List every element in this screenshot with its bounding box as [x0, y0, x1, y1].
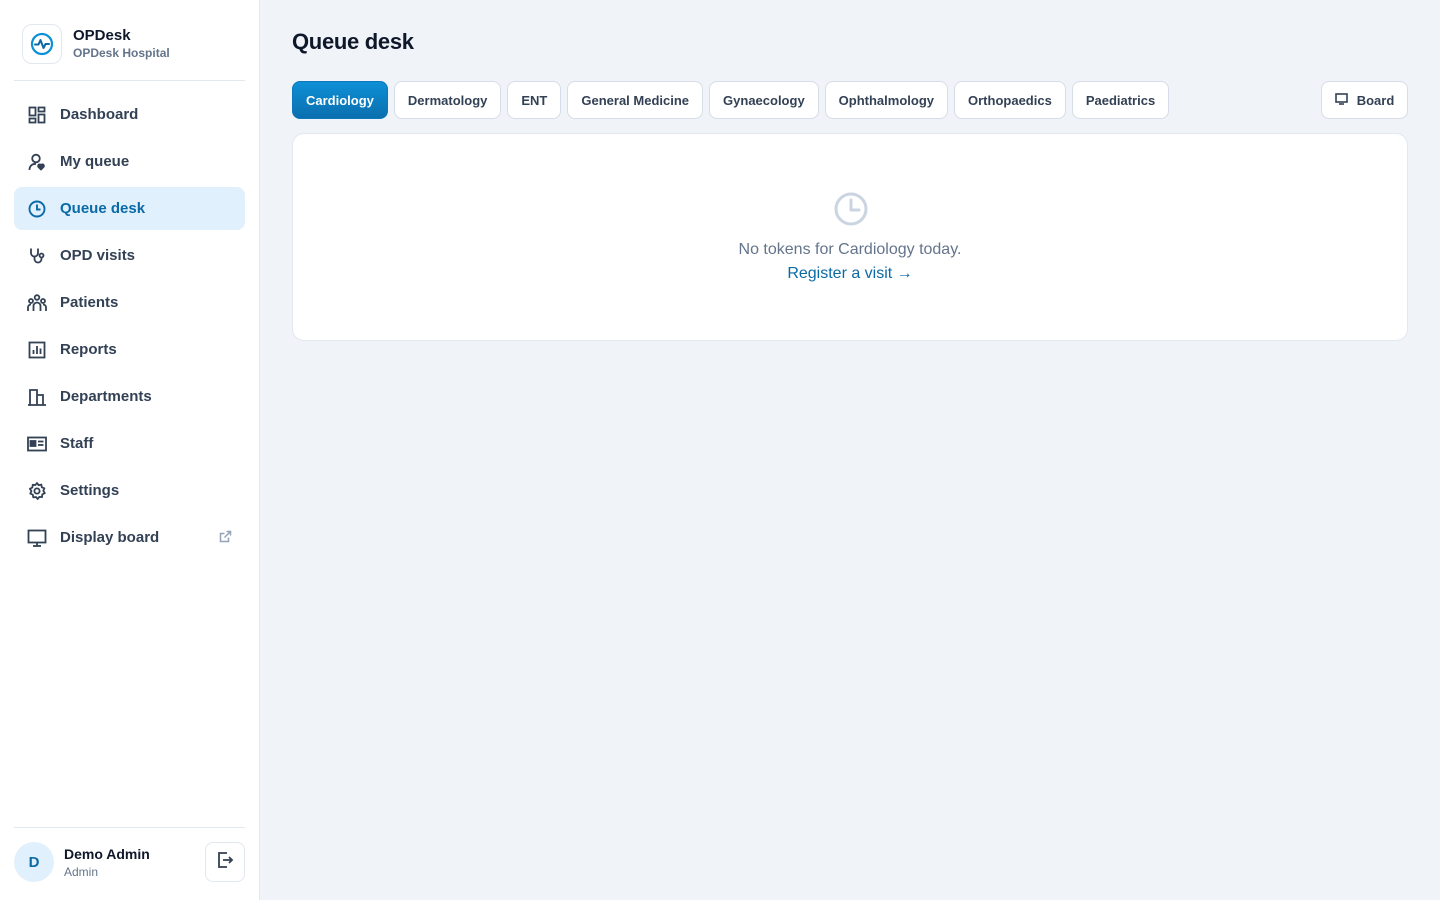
sidebar-item-settings[interactable]: Settings [14, 469, 245, 512]
pulse-icon [22, 24, 62, 64]
brand-name: OPDesk [73, 27, 131, 44]
user-name: Demo Admin [64, 846, 150, 862]
board-button-label: Board [1356, 92, 1395, 108]
board-button[interactable]: Board [1321, 81, 1408, 119]
gear-icon [27, 481, 47, 501]
sidebar: OPDesk OPDesk Hospital Dashboard My queu… [0, 0, 260, 900]
tab-general-medicine[interactable]: General Medicine [567, 81, 704, 119]
sidebar-item-label: Dashboard [60, 106, 139, 123]
sidebar-item-opd-visits[interactable]: OPD visits [14, 234, 245, 277]
id-card-icon [27, 434, 47, 454]
hospital-name: OPDesk Hospital [73, 46, 170, 60]
sidebar-divider [14, 827, 245, 828]
sidebar-item-label: Patients [60, 294, 119, 311]
empty-state-message: No tokens for Cardiology today. [738, 241, 962, 258]
sidebar-item-label: OPD visits [60, 247, 136, 264]
sidebar-item-dashboard[interactable]: Dashboard [14, 93, 245, 136]
tab-gynaecology[interactable]: Gynaecology [709, 81, 819, 119]
tab-dermatology[interactable]: Dermatology [393, 81, 502, 119]
sidebar-item-display-board[interactable]: Display board [14, 516, 245, 559]
register-visit-link[interactable]: Register a visit → [293, 265, 1407, 283]
sidebar-item-my-queue[interactable]: My queue [14, 140, 245, 183]
brand[interactable]: OPDesk OPDesk Hospital [22, 24, 170, 64]
dashboard-icon [27, 105, 47, 125]
building-icon [27, 387, 47, 407]
user-heart-icon [27, 152, 47, 172]
sidebar-item-queue-desk[interactable]: Queue desk [14, 187, 245, 230]
sidebar-item-label: Departments [60, 388, 152, 405]
page-title: Queue desk [292, 29, 414, 54]
monitor-icon [27, 528, 47, 548]
sidebar-item-label: Queue desk [60, 200, 146, 217]
logout-icon [216, 851, 234, 874]
sidebar-item-label: Settings [60, 482, 120, 499]
sidebar-item-patients[interactable]: Patients [14, 281, 245, 324]
sidebar-item-staff[interactable]: Staff [14, 422, 245, 465]
user-profile: D Demo Admin Admin [14, 842, 245, 882]
queue-card: No tokens for Cardiology today. Register… [292, 133, 1408, 341]
sidebar-nav: Dashboard My queue Queue desk OPD visits… [14, 93, 245, 563]
tab-paediatrics[interactable]: Paediatrics [1071, 81, 1170, 119]
external-link-icon [219, 530, 232, 547]
avatar[interactable]: D [14, 842, 54, 882]
sidebar-item-label: My queue [60, 153, 130, 170]
sidebar-item-departments[interactable]: Departments [14, 375, 245, 418]
monitor-icon [1334, 92, 1348, 108]
department-tabs: Cardiology Dermatology ENT General Medic… [292, 81, 1175, 119]
sidebar-item-label: Reports [60, 341, 117, 358]
people-icon [27, 293, 47, 313]
tab-cardiology[interactable]: Cardiology [292, 81, 388, 119]
user-role: Admin [64, 865, 99, 879]
stethoscope-icon [27, 246, 47, 266]
logout-button[interactable] [205, 842, 245, 882]
tab-orthopaedics[interactable]: Orthopaedics [954, 81, 1066, 119]
clock-icon [833, 191, 869, 232]
sidebar-divider [14, 80, 245, 81]
sidebar-item-reports[interactable]: Reports [14, 328, 245, 371]
tab-ophthalmology[interactable]: Ophthalmology [824, 81, 949, 119]
bar-chart-icon [27, 340, 47, 360]
sidebar-item-label: Display board [60, 529, 160, 546]
clock-icon [27, 199, 47, 219]
sidebar-item-label: Staff [60, 435, 94, 452]
tab-ent[interactable]: ENT [507, 81, 562, 119]
